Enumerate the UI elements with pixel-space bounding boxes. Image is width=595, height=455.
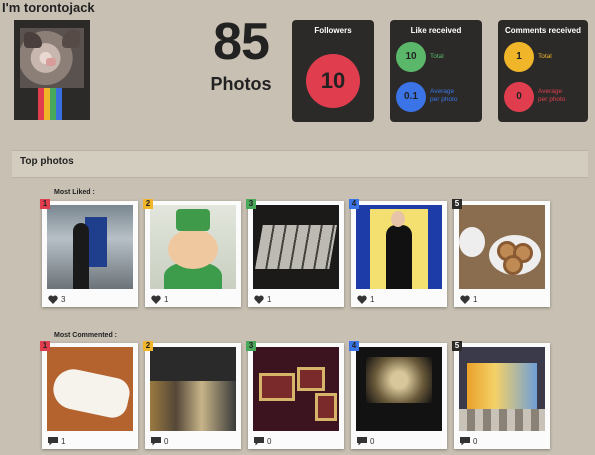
photo-thumbnail[interactable]: [356, 205, 442, 289]
like-stat: 1: [357, 295, 374, 304]
avatar-photo: [20, 28, 84, 88]
top-photos-title: Top photos: [20, 156, 74, 167]
comment-icon: [254, 437, 264, 446]
comment-stat: 1: [48, 437, 65, 446]
like-stat: 1: [460, 295, 477, 304]
photo-card[interactable]: 3 1: [246, 199, 344, 307]
comments-average-label: Average per photo: [538, 88, 566, 103]
comment-icon: [151, 437, 161, 446]
most-commented-label: Most Commented :: [54, 332, 117, 339]
photo-thumbnail[interactable]: [253, 205, 339, 289]
photo-card[interactable]: 3 0: [246, 341, 344, 449]
photo-thumbnail[interactable]: [459, 347, 545, 431]
likes-total-value: 10: [396, 42, 426, 72]
likes-title: Like received: [410, 26, 462, 35]
comment-count: 0: [370, 437, 375, 446]
likes-average-label: Average per photo: [430, 88, 458, 103]
likes-total-row: 10 Total: [396, 42, 482, 72]
heart-icon: [460, 295, 470, 304]
photo-card[interactable]: 4 1: [349, 199, 447, 307]
like-count: 1: [267, 295, 272, 304]
rank-badge: 3: [246, 199, 256, 209]
comment-count: 0: [267, 437, 272, 446]
like-count: 1: [164, 295, 169, 304]
avatar[interactable]: [14, 20, 90, 120]
comment-stat: 0: [254, 437, 271, 446]
photo-thumbnail[interactable]: [150, 205, 236, 289]
comment-count: 0: [164, 437, 169, 446]
comment-icon: [357, 437, 367, 446]
comment-icon: [48, 437, 58, 446]
comment-stat: 0: [460, 437, 477, 446]
like-stat: 1: [254, 295, 271, 304]
photo-card[interactable]: 5 1: [452, 199, 550, 307]
rank-badge: 4: [349, 341, 359, 351]
photo-card[interactable]: 2 1: [143, 199, 241, 307]
photo-thumbnail[interactable]: [47, 347, 133, 431]
rank-badge: 4: [349, 199, 359, 209]
heart-icon: [254, 295, 264, 304]
rank-badge: 2: [143, 341, 153, 351]
like-stat: 3: [48, 295, 65, 304]
rank-badge: 1: [40, 341, 50, 351]
photo-card[interactable]: 1 1: [40, 341, 138, 449]
photo-thumbnail[interactable]: [150, 347, 236, 431]
comments-average-value: 0: [504, 82, 534, 112]
comment-icon: [460, 437, 470, 446]
comment-stat: 0: [357, 437, 374, 446]
heart-icon: [357, 295, 367, 304]
comment-count: 0: [473, 437, 478, 446]
comments-card: Comments received 1 Total 0 Average per …: [498, 20, 588, 122]
comment-count: 1: [61, 437, 66, 446]
photos-count: 85: [213, 13, 270, 71]
comments-average-row: 0 Average per photo: [504, 82, 590, 112]
profile-username: I'm torontojack: [2, 0, 95, 15]
photo-card[interactable]: 2 0: [143, 341, 241, 449]
photo-thumbnail[interactable]: [253, 347, 339, 431]
comments-total-value: 1: [504, 42, 534, 72]
like-stat: 1: [151, 295, 168, 304]
rank-badge: 1: [40, 199, 50, 209]
like-count: 3: [61, 295, 66, 304]
heart-icon: [48, 295, 58, 304]
photo-card[interactable]: 5 0: [452, 341, 550, 449]
rank-badge: 3: [246, 341, 256, 351]
photo-card[interactable]: 4 0: [349, 341, 447, 449]
comments-title: Comments received: [504, 26, 582, 35]
comment-stat: 0: [151, 437, 168, 446]
comments-total-label: Total: [538, 53, 552, 60]
photos-label: Photos: [210, 74, 272, 94]
avatar-stripes: [38, 88, 68, 120]
photo-thumbnail[interactable]: [459, 205, 545, 289]
most-liked-label: Most Liked :: [54, 189, 95, 196]
likes-total-label: Total: [430, 53, 444, 60]
rank-badge: 5: [452, 199, 462, 209]
photo-thumbnail[interactable]: [47, 205, 133, 289]
followers-count: 10: [306, 54, 360, 108]
like-count: 1: [370, 295, 375, 304]
heart-icon: [151, 295, 161, 304]
like-count: 1: [473, 295, 478, 304]
rank-badge: 2: [143, 199, 153, 209]
likes-card: Like received 10 Total 0.1 Average per p…: [390, 20, 482, 122]
photo-card[interactable]: 1 3: [40, 199, 138, 307]
followers-card: Followers 10: [292, 20, 374, 122]
followers-title: Followers: [314, 26, 352, 35]
comments-total-row: 1 Total: [504, 42, 590, 72]
avatar-stripe: [56, 88, 62, 120]
likes-average-value: 0.1: [396, 82, 426, 112]
rank-badge: 5: [452, 341, 462, 351]
top-photos-header: [12, 150, 588, 178]
likes-average-row: 0.1 Average per photo: [396, 82, 482, 112]
photo-thumbnail[interactable]: [356, 347, 442, 431]
